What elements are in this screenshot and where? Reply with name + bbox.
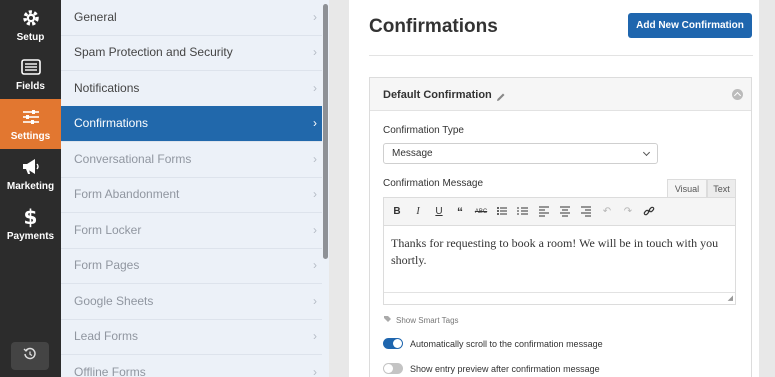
- settings-item-form-locker[interactable]: Form Locker ›: [61, 213, 329, 249]
- chevron-right-icon: ›: [313, 223, 317, 237]
- blockquote-icon[interactable]: “: [453, 205, 467, 219]
- settings-item-lead-forms[interactable]: Lead Forms ›: [61, 319, 329, 355]
- chevron-right-icon: ›: [313, 152, 317, 166]
- history-icon: [23, 347, 37, 366]
- settings-item-label: Form Abandonment: [74, 187, 180, 201]
- chevron-right-icon: ›: [313, 365, 317, 377]
- nav-settings[interactable]: Settings: [0, 99, 61, 149]
- editor-status-bar: [384, 292, 735, 293]
- nav-fields-label: Fields: [16, 81, 45, 92]
- confirmation-type-value: Message: [392, 148, 433, 159]
- settings-item-label: Google Sheets: [74, 294, 154, 308]
- nav-fields[interactable]: Fields: [0, 49, 61, 99]
- auto-scroll-label: Automatically scroll to the confirmation…: [410, 338, 603, 349]
- tag-icon: [383, 315, 392, 326]
- page-title: Confirmations: [369, 16, 498, 37]
- settings-panel: General › Spam Protection and Security › N…: [61, 0, 329, 377]
- entry-preview-toggle-row: Show entry preview after confirmation me…: [383, 363, 600, 374]
- settings-item-offline-forms[interactable]: Offline Forms ›: [61, 355, 329, 377]
- settings-item-label: Notifications: [74, 81, 140, 95]
- settings-panel-scroll-thumb[interactable]: [323, 4, 328, 259]
- chevron-right-icon: ›: [313, 294, 317, 308]
- settings-panel-scrollbar[interactable]: [322, 0, 329, 377]
- nav-setup-label: Setup: [16, 32, 45, 43]
- smart-tags-label: Show Smart Tags: [396, 316, 459, 325]
- settings-item-label: Form Locker: [74, 223, 142, 237]
- numbered-list-icon[interactable]: [516, 205, 530, 219]
- settings-item-form-abandonment[interactable]: Form Abandonment ›: [61, 177, 329, 213]
- show-smart-tags-link[interactable]: Show Smart Tags: [383, 315, 459, 326]
- settings-item-label: Confirmations: [74, 116, 149, 130]
- chevron-right-icon: ›: [313, 81, 317, 95]
- tab-text[interactable]: Text: [707, 179, 736, 198]
- sliders-icon: [0, 107, 61, 127]
- nav-marketing[interactable]: Marketing: [0, 149, 61, 199]
- align-right-icon[interactable]: [579, 205, 593, 219]
- nav-payments-label: Payments: [6, 231, 55, 242]
- pencil-edit-icon[interactable]: [496, 89, 506, 107]
- nav-settings-label: Settings: [10, 131, 51, 142]
- auto-scroll-toggle-row: Automatically scroll to the confirmation…: [383, 338, 603, 349]
- confirmation-type-select[interactable]: Message: [383, 143, 658, 164]
- nav-marketing-label: Marketing: [6, 181, 55, 192]
- settings-item-label: Spam Protection and Security: [74, 45, 233, 59]
- settings-item-spam-protection[interactable]: Spam Protection and Security ›: [61, 35, 329, 71]
- confirmation-message-text[interactable]: Thanks for requesting to book a room! We…: [391, 235, 721, 269]
- redo-icon[interactable]: ↷: [621, 205, 635, 219]
- message-editor: B I U “ ABC ↶ ↷ Thanks for requesting to…: [383, 197, 736, 305]
- settings-item-form-pages[interactable]: Form Pages ›: [61, 248, 329, 284]
- chevron-right-icon: ›: [313, 10, 317, 24]
- settings-item-label: Form Pages: [74, 258, 140, 272]
- chevron-down-icon: [642, 148, 651, 157]
- undo-icon[interactable]: ↶: [600, 205, 614, 219]
- bullet-list-icon[interactable]: [495, 205, 509, 219]
- editor-toolbar: B I U “ ABC ↶ ↷: [384, 198, 735, 226]
- align-center-icon[interactable]: [558, 205, 572, 219]
- italic-icon[interactable]: I: [411, 205, 425, 219]
- entry-preview-toggle[interactable]: [383, 363, 403, 374]
- revisions-history-button[interactable]: [11, 342, 49, 370]
- settings-item-notifications[interactable]: Notifications ›: [61, 71, 329, 107]
- link-icon[interactable]: [642, 205, 656, 219]
- settings-item-label: Lead Forms: [74, 329, 139, 343]
- chevron-right-icon: ›: [313, 45, 317, 59]
- align-left-icon[interactable]: [537, 205, 551, 219]
- chevron-right-icon: ›: [313, 329, 317, 343]
- main-area: Confirmations Add New Confirmation Defau…: [329, 0, 775, 377]
- confirmations-content: Confirmations Add New Confirmation Defau…: [349, 0, 759, 377]
- auto-scroll-toggle[interactable]: [383, 338, 403, 349]
- confirmation-header[interactable]: Default Confirmation: [370, 78, 751, 111]
- dollar-icon: $: [23, 205, 38, 229]
- confirmation-block: Default Confirmation Confirmation Type M…: [369, 77, 752, 377]
- resize-handle-icon[interactable]: ◢: [728, 294, 733, 302]
- entry-preview-label: Show entry preview after confirmation me…: [410, 363, 600, 374]
- settings-item-confirmations[interactable]: Confirmations ›: [61, 106, 329, 142]
- chevron-right-icon: ›: [313, 116, 317, 130]
- megaphone-icon: [0, 157, 61, 177]
- fields-list-icon: [0, 57, 61, 77]
- chevron-right-icon: ›: [313, 187, 317, 201]
- settings-item-google-sheets[interactable]: Google Sheets ›: [61, 284, 329, 320]
- chevron-right-icon: ›: [313, 258, 317, 272]
- add-new-confirmation-button[interactable]: Add New Confirmation: [628, 13, 752, 38]
- divider: [369, 55, 753, 56]
- nav-payments[interactable]: $ Payments: [0, 199, 61, 249]
- settings-item-label: Conversational Forms: [74, 152, 192, 166]
- bold-icon[interactable]: B: [390, 205, 404, 219]
- confirmation-title: Default Confirmation: [383, 89, 492, 101]
- confirmation-message-label: Confirmation Message: [383, 178, 484, 189]
- settings-item-conversational-forms[interactable]: Conversational Forms ›: [61, 142, 329, 178]
- gear-icon: [0, 8, 61, 28]
- settings-item-general[interactable]: General ›: [61, 0, 329, 36]
- builder-nav-rail: Setup Fields Settings Marketing $ Paymen…: [0, 0, 61, 377]
- settings-item-label: General: [74, 10, 117, 24]
- strikethrough-icon[interactable]: ABC: [474, 205, 488, 219]
- settings-item-label: Offline Forms: [74, 365, 146, 377]
- tab-visual[interactable]: Visual: [667, 179, 707, 198]
- confirmation-type-label: Confirmation Type: [383, 125, 464, 136]
- collapse-toggle-icon[interactable]: [732, 89, 743, 100]
- nav-setup[interactable]: Setup: [0, 0, 61, 50]
- underline-icon[interactable]: U: [432, 205, 446, 219]
